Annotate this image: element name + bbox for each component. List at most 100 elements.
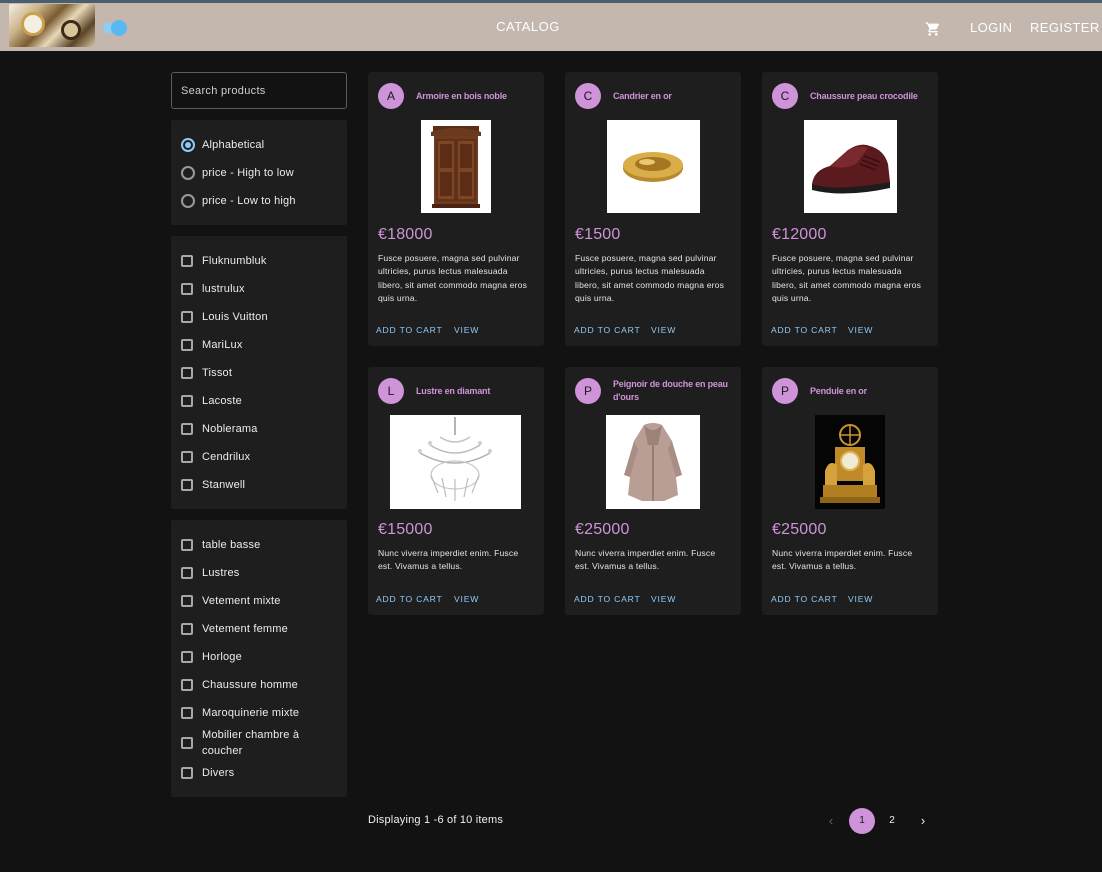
product-image-fur-bathrobe xyxy=(606,415,700,509)
view-button[interactable]: VIEW xyxy=(454,325,479,335)
product-title: Peignoir de douche en peau d'ours xyxy=(613,379,728,402)
checkbox-icon[interactable] xyxy=(181,707,193,719)
category-filter-item[interactable]: Chaussure homme xyxy=(181,677,298,693)
checkbox-icon[interactable] xyxy=(181,737,193,749)
checkbox-icon[interactable] xyxy=(181,395,193,407)
category-label: table basse xyxy=(202,539,261,551)
sort-panel: Alphabetical price - High to low price -… xyxy=(171,120,347,225)
add-to-cart-button[interactable]: ADD TO CART xyxy=(771,325,838,335)
checkbox-icon[interactable] xyxy=(181,479,193,491)
brand-label: Tissot xyxy=(202,367,233,379)
checkbox-icon[interactable] xyxy=(181,679,193,691)
product-image-wooden-armoire xyxy=(421,120,491,213)
category-label: Maroquinerie mixte xyxy=(202,707,300,719)
checkbox-icon[interactable] xyxy=(181,451,193,463)
category-filter-item[interactable]: Maroquinerie mixte xyxy=(181,705,299,721)
category-filter-item[interactable]: Horloge xyxy=(181,649,242,665)
add-to-cart-button[interactable]: ADD TO CART xyxy=(574,594,641,604)
register-button[interactable]: REGISTER xyxy=(1030,20,1100,35)
view-button[interactable]: VIEW xyxy=(848,594,873,604)
nav-catalog-link[interactable]: CATALOG xyxy=(480,19,576,34)
brand-label: Stanwell xyxy=(202,479,246,491)
product-avatar: P xyxy=(772,378,798,404)
brand-filter-item[interactable]: MariLux xyxy=(181,337,243,353)
category-filter-item[interactable]: Lustres xyxy=(181,565,239,581)
theme-toggle-switch[interactable] xyxy=(103,20,127,36)
add-to-cart-button[interactable]: ADD TO CART xyxy=(771,594,838,604)
brand-label: lustrulux xyxy=(202,283,245,295)
checkbox-icon[interactable] xyxy=(181,283,193,295)
product-price: €18000 xyxy=(378,226,433,243)
checkbox-icon[interactable] xyxy=(181,767,193,779)
brand-logo[interactable] xyxy=(9,4,95,47)
brand-filter-item[interactable]: Fluknumbluk xyxy=(181,253,267,269)
checkbox-icon[interactable] xyxy=(181,255,193,267)
view-button[interactable]: VIEW xyxy=(454,594,479,604)
brand-filter-panel: Fluknumbluk lustrulux Louis Vuitton Mari… xyxy=(171,236,347,509)
search-input[interactable] xyxy=(171,72,347,109)
view-button[interactable]: VIEW xyxy=(651,325,676,335)
product-card[interactable]: P Peignoir de douche en peau d'ours €250… xyxy=(565,367,741,615)
next-page-button[interactable]: › xyxy=(910,808,936,834)
brand-label: Noblerama xyxy=(202,423,258,435)
category-filter-item[interactable]: Vetement femme xyxy=(181,621,288,637)
brand-filter-item[interactable]: Cendrilux xyxy=(181,449,250,465)
product-description: Fusce posuere, magna sed pulvinar ultric… xyxy=(378,253,528,304)
brand-filter-item[interactable]: Stanwell xyxy=(181,477,245,493)
view-button[interactable]: VIEW xyxy=(848,325,873,335)
login-button[interactable]: LOGIN xyxy=(970,20,1012,35)
category-label: Divers xyxy=(202,767,235,779)
add-to-cart-button[interactable]: ADD TO CART xyxy=(574,325,641,335)
brand-filter-item[interactable]: Lacoste xyxy=(181,393,242,409)
checkbox-icon[interactable] xyxy=(181,567,193,579)
checkbox-icon[interactable] xyxy=(181,539,193,551)
product-card[interactable]: P Pendule en or €25000 Nunc viverra impe… xyxy=(762,367,938,615)
sort-option-price-asc[interactable]: price - Low to high xyxy=(181,193,296,209)
product-card[interactable]: A Armoire en bois noble €18000 Fusce pos… xyxy=(368,72,544,346)
product-title: Chaussure peau crocodile xyxy=(810,91,918,101)
checkbox-icon[interactable] xyxy=(181,423,193,435)
product-description: Fusce posuere, magna sed pulvinar ultric… xyxy=(772,253,922,304)
brand-label: MariLux xyxy=(202,339,243,351)
category-label: Chaussure homme xyxy=(202,679,298,691)
checkbox-icon[interactable] xyxy=(181,367,193,379)
checkbox-icon[interactable] xyxy=(181,339,193,351)
sort-option-price-desc[interactable]: price - High to low xyxy=(181,165,294,181)
radio-selected-icon[interactable] xyxy=(181,138,195,152)
product-avatar: P xyxy=(575,378,601,404)
brand-filter-item[interactable]: Noblerama xyxy=(181,421,258,437)
product-price: €25000 xyxy=(575,521,630,538)
product-card[interactable]: L Lustre en diamant €15000 Nunc viverra … xyxy=(368,367,544,615)
product-image-crystal-chandelier xyxy=(390,415,521,509)
product-card[interactable]: C Candrier en or €1500 Fusce posuere, ma… xyxy=(565,72,741,346)
view-button[interactable]: VIEW xyxy=(651,594,676,604)
add-to-cart-button[interactable]: ADD TO CART xyxy=(376,325,443,335)
brand-filter-item[interactable]: Louis Vuitton xyxy=(181,309,268,325)
page-button-2[interactable]: 2 xyxy=(879,808,905,834)
category-filter-item[interactable]: table basse xyxy=(181,537,260,553)
shopping-cart-icon[interactable] xyxy=(925,21,941,37)
product-title: Armoire en bois noble xyxy=(416,91,507,101)
category-filter-panel: table basse Lustres Vetement mixte Vetem… xyxy=(171,520,347,797)
product-image-gold-ashtray xyxy=(607,120,700,213)
category-filter-item[interactable]: Vetement mixte xyxy=(181,593,281,609)
sort-option-label: price - Low to high xyxy=(202,195,296,207)
checkbox-icon[interactable] xyxy=(181,595,193,607)
sort-option-alphabetical[interactable]: Alphabetical xyxy=(181,137,264,153)
product-card[interactable]: C Chaussure peau crocodile €12000 Fusce … xyxy=(762,72,938,346)
brand-filter-item[interactable]: Tissot xyxy=(181,365,232,381)
checkbox-icon[interactable] xyxy=(181,311,193,323)
category-filter-item[interactable]: Divers xyxy=(181,765,234,781)
product-avatar: L xyxy=(378,378,404,404)
category-filter-item[interactable]: Mobilier chambre à coucher xyxy=(181,727,322,759)
category-label: Vetement mixte xyxy=(202,595,281,607)
radio-icon[interactable] xyxy=(181,166,195,180)
brand-filter-item[interactable]: lustrulux xyxy=(181,281,245,297)
checkbox-icon[interactable] xyxy=(181,651,193,663)
previous-page-button[interactable]: ‹ xyxy=(818,808,844,834)
product-title: Pendule en or xyxy=(810,386,867,396)
add-to-cart-button[interactable]: ADD TO CART xyxy=(376,594,443,604)
radio-icon[interactable] xyxy=(181,194,195,208)
checkbox-icon[interactable] xyxy=(181,623,193,635)
page-button-1[interactable]: 1 xyxy=(849,808,875,834)
